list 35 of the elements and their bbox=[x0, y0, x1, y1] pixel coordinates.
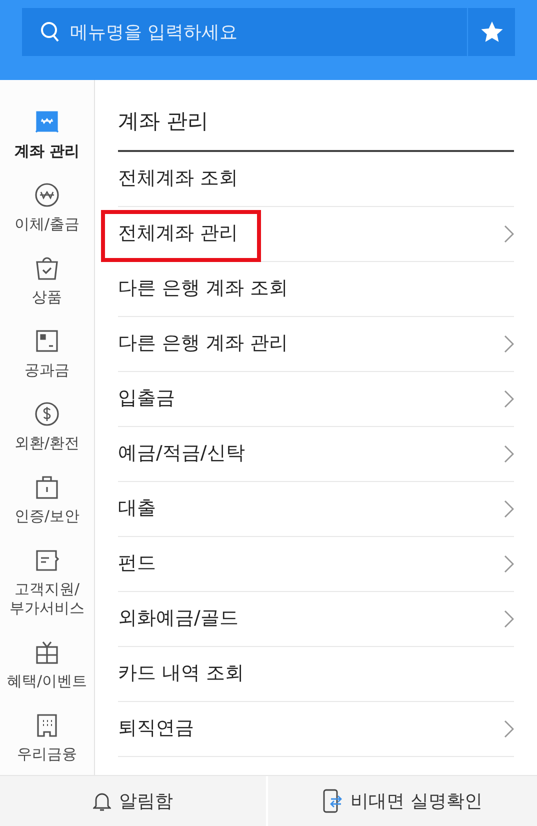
identity-check-button[interactable]: 비대면 실명확인 bbox=[268, 776, 537, 826]
bill-icon bbox=[33, 327, 61, 355]
category-item[interactable]: 계좌 관리 bbox=[0, 108, 94, 161]
menu-item[interactable]: 다른 은행 계좌 조회 bbox=[118, 262, 514, 316]
bell-icon bbox=[93, 791, 111, 811]
menu-item[interactable]: 예금/적금/신탁 bbox=[118, 426, 514, 482]
search-field[interactable]: 메뉴명을 입력하세요 bbox=[22, 8, 467, 56]
search-input[interactable]: 메뉴명을 입력하세요 bbox=[70, 18, 449, 46]
shopping-bag-icon bbox=[33, 254, 61, 282]
menu-item[interactable]: 카드 내역 조회 bbox=[118, 646, 514, 702]
category-item[interactable]: 혜택/이벤트 bbox=[0, 638, 94, 691]
won-coin-icon bbox=[33, 181, 61, 209]
favorites-button[interactable] bbox=[468, 8, 515, 56]
phone-icon bbox=[322, 789, 343, 813]
lock-icon bbox=[33, 473, 61, 501]
search-icon bbox=[40, 21, 60, 43]
menu-item[interactable]: 외화예금/골드 bbox=[118, 592, 514, 646]
category-item[interactable]: 인증/보안 bbox=[0, 473, 94, 526]
category-item[interactable]: 이체/출금 bbox=[0, 181, 94, 234]
menu-item[interactable]: 입출금 bbox=[118, 372, 514, 426]
menu-item[interactable]: 다른 은행 계좌 관리 bbox=[118, 316, 514, 372]
menu-item[interactable]: 전체계좌 조회 bbox=[118, 152, 514, 206]
menu-item[interactable]: 퇴직연금 bbox=[118, 702, 514, 756]
category-item[interactable]: 공과금 bbox=[0, 327, 94, 380]
menu-item[interactable]: 대출 bbox=[118, 482, 514, 536]
dollar-coin-icon bbox=[33, 400, 61, 428]
star-icon bbox=[480, 20, 504, 44]
category-item[interactable]: 우리금융 bbox=[0, 711, 94, 764]
menu-item[interactable]: 펀드 bbox=[118, 536, 514, 592]
menu-item[interactable]: 전체계좌 관리 bbox=[118, 206, 514, 262]
section-title: 계좌 관리 bbox=[118, 80, 514, 152]
category-item[interactable]: 상품 bbox=[0, 254, 94, 307]
notifications-button[interactable]: 알림함 bbox=[0, 776, 268, 826]
category-item[interactable]: 고객지원/ 부가서비스 bbox=[0, 546, 94, 618]
category-item[interactable]: 외환/환전 bbox=[0, 400, 94, 453]
